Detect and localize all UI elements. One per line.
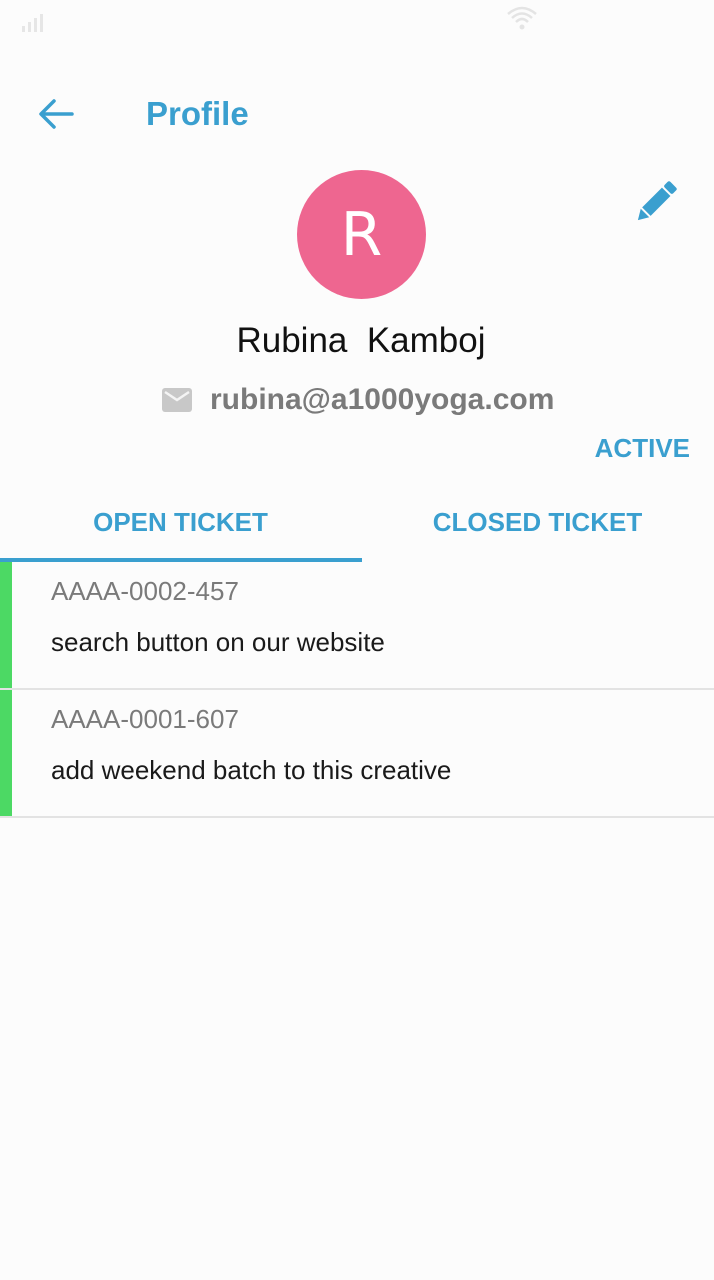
back-button[interactable]: [28, 90, 84, 138]
ticket-status-bar: [0, 562, 12, 688]
mail-icon: [162, 387, 192, 413]
status-badge: ACTIVE: [594, 433, 690, 463]
ticket-item[interactable]: AAAA-0001-607 add weekend batch to this …: [0, 690, 714, 818]
pencil-icon: [637, 181, 677, 221]
profile-screen: Profile R Rubina Kamboj rubina@a1000yoga…: [0, 0, 714, 1280]
ticket-id: AAAA-0001-607: [51, 704, 239, 734]
tab-open-ticket[interactable]: OPEN TICKET: [0, 482, 361, 562]
signal-icon: [22, 14, 43, 32]
avatar: R: [297, 170, 426, 299]
ticket-list: AAAA-0002-457 search button on our websi…: [0, 562, 714, 818]
edit-profile-button[interactable]: [626, 170, 688, 232]
ticket-status-bar: [0, 690, 12, 816]
user-email: rubina@a1000yoga.com: [210, 383, 555, 416]
ticket-item[interactable]: AAAA-0002-457 search button on our websi…: [0, 562, 714, 690]
wifi-icon: [507, 6, 537, 30]
ticket-tabs: OPEN TICKET CLOSED TICKET: [0, 482, 714, 562]
email-row: rubina@a1000yoga.com: [162, 378, 554, 422]
page-title: Profile: [146, 95, 249, 132]
ticket-id: AAAA-0002-457: [51, 576, 239, 606]
avatar-initial: R: [340, 199, 383, 270]
tab-closed-ticket[interactable]: CLOSED TICKET: [361, 482, 714, 562]
user-name: Rubina Kamboj: [236, 321, 486, 360]
ticket-subject: search button on our website: [51, 627, 385, 657]
ticket-subject: add weekend batch to this creative: [51, 755, 452, 785]
arrow-left-icon: [39, 99, 74, 129]
status-bar: [0, 0, 714, 40]
